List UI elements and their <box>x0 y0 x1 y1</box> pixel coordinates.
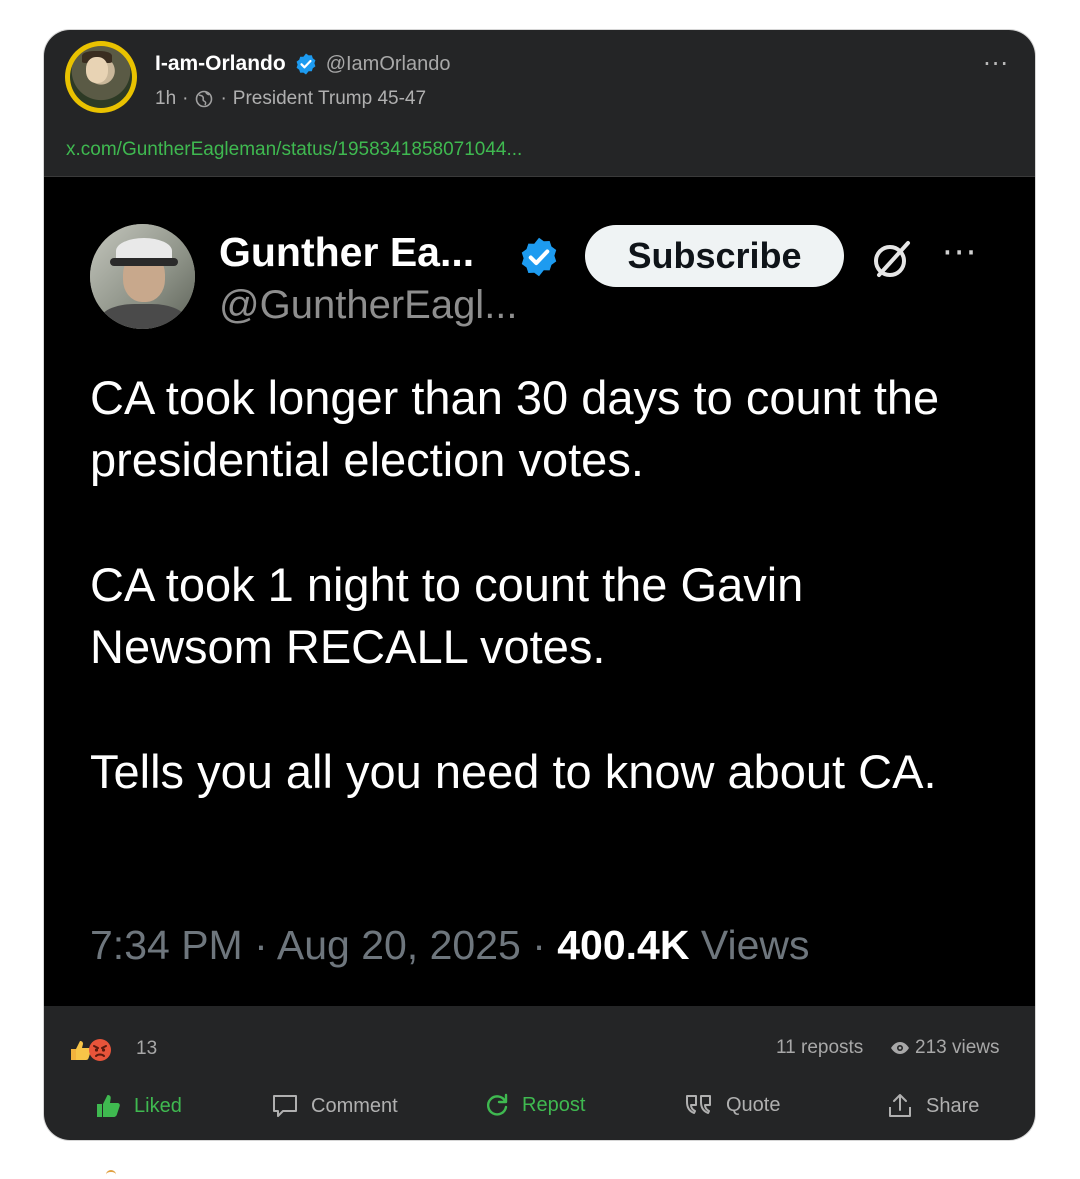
reposts-count[interactable]: 11 reposts <box>776 1037 863 1059</box>
post-link[interactable]: x.com/GuntherEagleman/status/19583418580… <box>66 139 522 161</box>
action-bar: Liked Comment Repost Quote Share <box>44 1080 1035 1140</box>
tweet-footer: 7:34 PM · Aug 20, 2025 · 400.4K Views <box>90 922 810 969</box>
comment-label: Comment <box>311 1094 398 1117</box>
quote-button[interactable]: Quote <box>684 1092 780 1118</box>
tweet-views-number: 400.4K <box>557 922 690 968</box>
views-count: 213 views <box>890 1037 1000 1059</box>
author-handle[interactable]: @IamOrlando <box>326 53 451 76</box>
reaction-icons[interactable] <box>68 1037 112 1063</box>
tweet-paragraph: Tells you all you need to know about CA. <box>90 745 937 798</box>
tweet-text: CA took longer than 30 days to count the… <box>90 367 990 866</box>
subscribe-button: Subscribe <box>585 225 844 287</box>
tweet-author-handle: @GuntherEagl... <box>219 283 518 327</box>
embedded-tweet[interactable]: Gunther Ea... @GuntherEagl... Subscribe … <box>44 176 1035 1006</box>
repost-icon <box>486 1093 508 1116</box>
more-options-icon[interactable]: ··· <box>983 50 1009 78</box>
share-icon <box>889 1094 911 1117</box>
post-audience[interactable]: President Trump 45-47 <box>233 88 426 110</box>
quote-label: Quote <box>726 1093 781 1116</box>
post-stats: 13 11 reposts 213 views <box>44 1005 1035 1065</box>
comment-icon <box>273 1095 297 1117</box>
author-line: I-am-Orlando @IamOrlando <box>155 52 450 76</box>
quote-icon <box>686 1095 711 1114</box>
thumbs-up-icon <box>97 1095 120 1117</box>
like-button[interactable]: Liked <box>94 1092 182 1120</box>
eye-icon <box>891 1042 909 1054</box>
tweet-verified-icon <box>517 235 561 279</box>
post-meta: 1h · · President Trump 45-47 <box>155 88 426 110</box>
repost-label: Repost <box>522 1093 586 1116</box>
globe-icon <box>194 89 214 109</box>
tweet-avatar <box>90 224 195 329</box>
post-header: I-am-Orlando @IamOrlando 1h · · Presiden… <box>44 30 1035 176</box>
verified-badge-icon <box>294 52 318 76</box>
repost-button[interactable]: Repost <box>484 1092 585 1118</box>
tweet-paragraph: CA took 1 night to count the Gavin Newso… <box>90 558 804 673</box>
tweet-views-label: Views <box>689 922 810 968</box>
like-label: Liked <box>134 1094 182 1117</box>
reactions-count[interactable]: 13 <box>136 1038 157 1060</box>
decorative-mark <box>106 1170 116 1179</box>
tweet-timestamp: 7:34 PM · Aug 20, 2025 · <box>90 922 558 968</box>
tweet-paragraph: CA took longer than 30 days to count the… <box>90 371 940 486</box>
tweet-more-icon: ··· <box>942 233 978 273</box>
author-name[interactable]: I-am-Orlando <box>155 52 286 76</box>
tweet-author-name: Gunther Ea... <box>219 229 475 275</box>
comment-button[interactable]: Comment <box>271 1092 398 1120</box>
meta-separator: · <box>182 88 189 109</box>
views-count-label: 213 views <box>915 1037 1000 1058</box>
share-button[interactable]: Share <box>886 1092 979 1120</box>
grok-icon <box>870 237 914 281</box>
share-label: Share <box>926 1094 980 1117</box>
post-time[interactable]: 1h <box>155 88 176 110</box>
post-card: I-am-Orlando @IamOrlando 1h · · Presiden… <box>44 30 1035 1140</box>
author-avatar[interactable] <box>65 41 137 113</box>
meta-separator: · <box>220 88 227 109</box>
angry-reaction-icon <box>89 1039 111 1061</box>
